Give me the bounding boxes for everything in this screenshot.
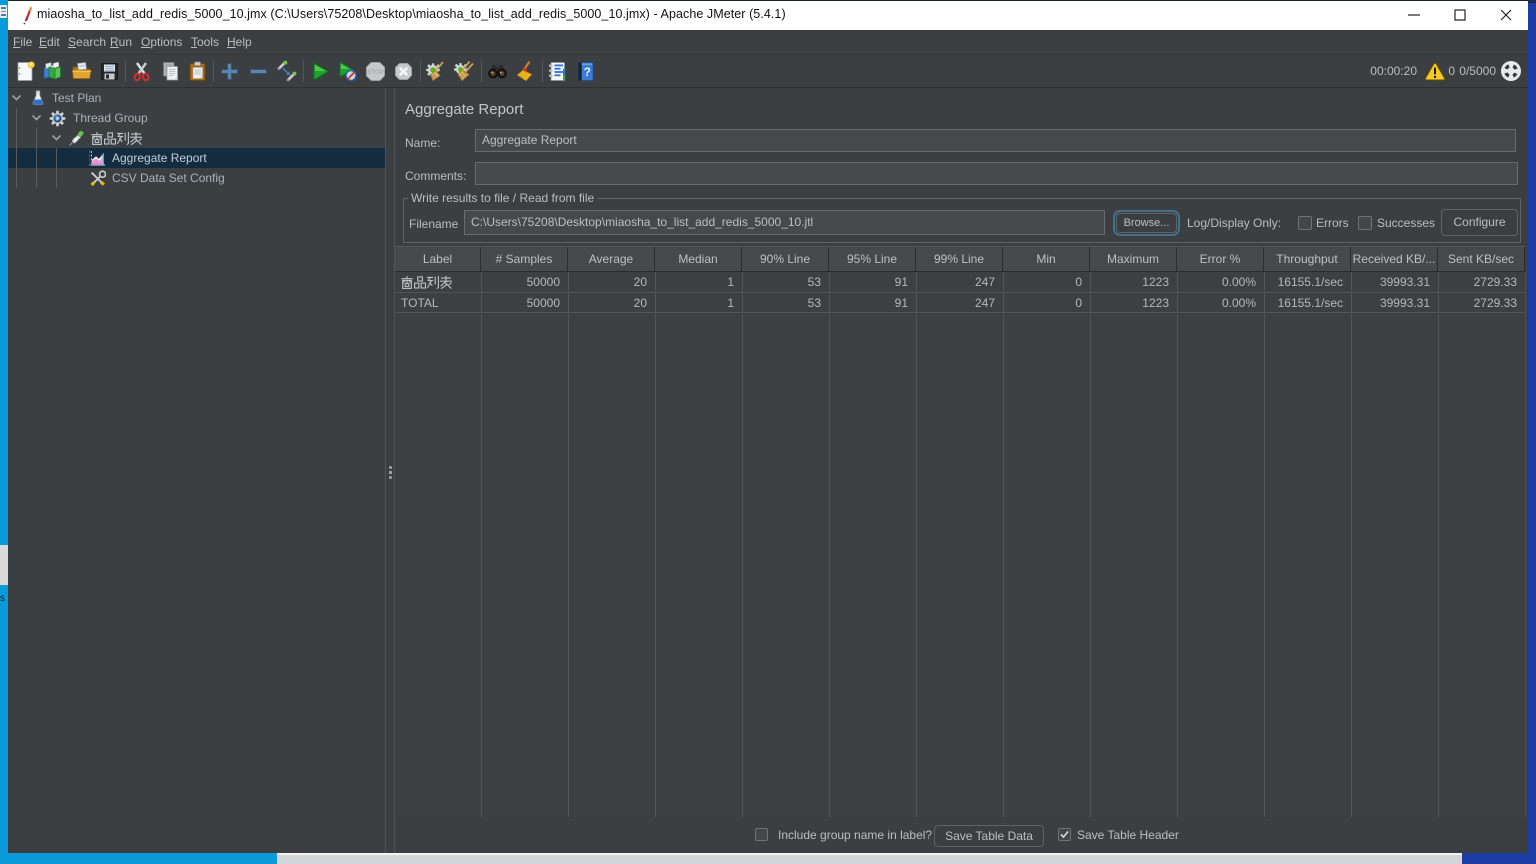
svg-text:?: ? bbox=[584, 67, 591, 79]
svg-text:STOP: STOP bbox=[367, 69, 384, 76]
